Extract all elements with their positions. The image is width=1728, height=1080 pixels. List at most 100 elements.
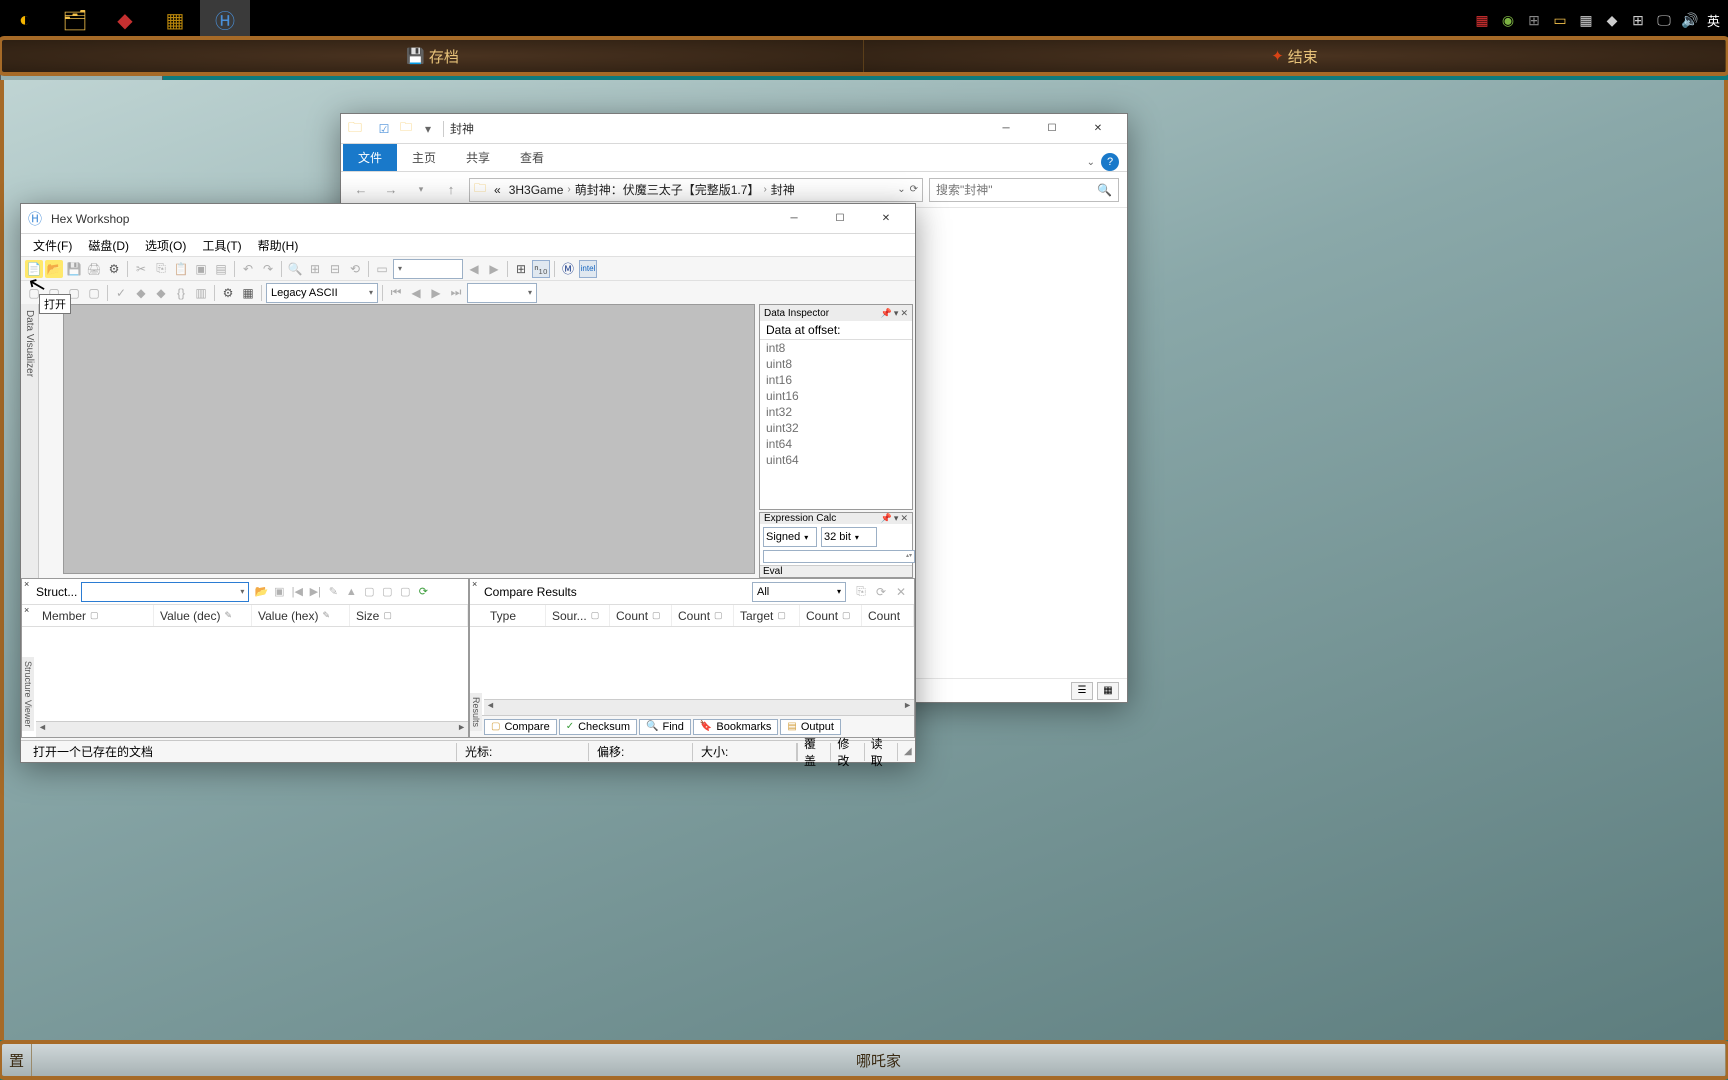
toolbar-icon[interactable]: ▲ <box>343 584 359 600</box>
menu-file[interactable]: 文件(F) <box>25 235 80 256</box>
taskbar-app-icon[interactable]: ◆ <box>100 0 150 40</box>
toolbar-icon[interactable]: ▢ <box>379 584 395 600</box>
taskbar-chrome-icon[interactable]: ◐ <box>0 0 50 40</box>
search-field[interactable] <box>936 183 1097 197</box>
toolbar-combo[interactable]: ▾ <box>467 283 537 303</box>
calc-sign-select[interactable]: Signed▾ <box>763 527 817 547</box>
data-visualizer-tab[interactable]: Data Visualizer <box>21 304 39 578</box>
type-row[interactable]: uint32 <box>760 420 912 436</box>
print-icon[interactable]: 🖨 <box>85 260 103 278</box>
game-end-button[interactable]: ✦ 结束 <box>864 40 1726 72</box>
redo-icon[interactable]: ↷ <box>259 260 277 278</box>
delete-icon[interactable]: ✕ <box>892 583 910 601</box>
nav-back-button[interactable]: ← <box>349 178 373 202</box>
hex-editor-area[interactable] <box>63 304 755 574</box>
toolbar-icon[interactable]: ▢ <box>397 584 413 600</box>
tray-icon[interactable]: ⊞ <box>1525 11 1543 29</box>
toolbar-icon[interactable]: ⟲ <box>346 260 364 278</box>
tab-home[interactable]: 主页 <box>397 144 451 171</box>
menu-disk[interactable]: 磁盘(D) <box>80 235 137 256</box>
game-bottom-button[interactable]: 哪吒家 <box>32 1044 1726 1076</box>
maximize-button[interactable]: ☐ <box>817 204 863 234</box>
toolbar-icon[interactable]: ⊞ <box>512 260 530 278</box>
paste-icon[interactable]: 📋 <box>172 260 190 278</box>
breadcrumb-item[interactable]: 3H3Game <box>505 183 568 197</box>
toolbar-icon[interactable]: {} <box>172 284 190 302</box>
pane-close-icon[interactable]: × <box>24 579 29 589</box>
horizontal-scrollbar[interactable] <box>36 721 468 737</box>
toolbar-icon[interactable]: ⊞ <box>306 260 324 278</box>
prev-icon[interactable]: ◀ <box>407 284 425 302</box>
new-file-icon[interactable]: 📄 <box>25 260 43 278</box>
compare-filter-select[interactable]: All▾ <box>752 582 846 602</box>
toolbar-icon[interactable]: ▶ <box>485 260 503 278</box>
toolbar-icon[interactable]: ⁿ₁₀ <box>532 260 550 278</box>
menu-help[interactable]: 帮助(H) <box>250 235 307 256</box>
dropdown-icon[interactable]: ▾ <box>894 308 899 319</box>
toolbar-icon[interactable]: ▶| <box>307 584 323 600</box>
tray-volume-icon[interactable]: 🔊 <box>1681 11 1699 29</box>
qat-dropdown-icon[interactable]: ▾ <box>419 120 437 138</box>
type-row[interactable]: int16 <box>760 372 912 388</box>
toolbar-icon[interactable]: ◆ <box>152 284 170 302</box>
minimize-button[interactable]: ─ <box>771 204 817 234</box>
structure-grid-body[interactable] <box>36 627 468 721</box>
game-save-button[interactable]: 💾 存档 <box>2 40 864 72</box>
minimize-button[interactable]: ─ <box>983 114 1029 144</box>
pin-icon[interactable]: 📌 <box>881 513 892 524</box>
results-tab[interactable]: Results <box>470 693 482 731</box>
tray-icon[interactable]: ▦ <box>1577 11 1595 29</box>
breadcrumb-prefix[interactable]: « <box>490 183 505 197</box>
tray-icon[interactable]: ▦ <box>1473 11 1491 29</box>
toolbar-icon[interactable]: ▤ <box>212 260 230 278</box>
tab-view[interactable]: 查看 <box>505 144 559 171</box>
tray-icon[interactable]: ▭ <box>1551 11 1569 29</box>
gear-icon[interactable]: ⚙ <box>105 260 123 278</box>
view-icons-button[interactable]: ▦ <box>1097 682 1119 700</box>
tray-icon[interactable]: ◆ <box>1603 11 1621 29</box>
menu-options[interactable]: 选项(O) <box>137 235 194 256</box>
nav-recent-button[interactable]: ▾ <box>409 178 433 202</box>
compare-grid-body[interactable] <box>484 627 914 699</box>
game-bottom-button[interactable]: 置 <box>2 1044 32 1076</box>
open-icon[interactable]: 📂 <box>253 584 269 600</box>
find-icon[interactable]: 🔍 <box>286 260 304 278</box>
toolbar-icon[interactable]: ▭ <box>373 260 391 278</box>
type-row[interactable]: int64 <box>760 436 912 452</box>
tab-output[interactable]: ▤Output <box>780 719 840 735</box>
intel-icon[interactable]: intel <box>579 260 597 278</box>
taskbar-app2-icon[interactable]: ▦ <box>150 0 200 40</box>
type-row[interactable]: uint8 <box>760 356 912 372</box>
type-row[interactable]: uint64 <box>760 452 912 468</box>
close-button[interactable]: ✕ <box>863 204 909 234</box>
cut-icon[interactable]: ✂ <box>132 260 150 278</box>
type-row[interactable]: uint16 <box>760 388 912 404</box>
folder-small-icon[interactable]: 🗀 <box>397 120 415 138</box>
pane-close-icon[interactable]: × <box>472 579 477 589</box>
maximize-button[interactable]: ☐ <box>1029 114 1075 144</box>
toolbar-icon[interactable]: |◀ <box>289 584 305 600</box>
save-icon[interactable]: 💾 <box>65 260 83 278</box>
structure-viewer-tab[interactable]: Structure Viewer <box>22 657 34 731</box>
resize-grip[interactable]: ◢ <box>897 743 911 761</box>
nav-up-button[interactable]: ↑ <box>439 178 463 202</box>
gear-icon[interactable]: ⚙ <box>219 284 237 302</box>
motorola-icon[interactable]: Ⓜ <box>559 260 577 278</box>
next-icon[interactable]: ▶ <box>427 284 445 302</box>
data-inspector-list[interactable]: int8 uint8 int16 uint16 int32 uint32 int… <box>760 340 912 492</box>
toolbar-icon[interactable]: ▣ <box>192 260 210 278</box>
calc-bits-select[interactable]: 32 bit▾ <box>821 527 877 547</box>
dropdown-icon[interactable]: ▾ <box>894 513 899 524</box>
search-input[interactable]: 🔍 <box>929 178 1119 202</box>
toolbar-combo[interactable]: ▾ <box>393 259 463 279</box>
structure-select[interactable]: ▾ <box>81 582 249 602</box>
first-icon[interactable]: ⏮ <box>387 284 405 302</box>
undo-icon[interactable]: ↶ <box>239 260 257 278</box>
refresh-icon[interactable]: ⟳ <box>910 184 918 195</box>
close-icon[interactable]: ✕ <box>900 308 908 319</box>
toolbar-icon[interactable]: ◆ <box>132 284 150 302</box>
encoding-select[interactable]: Legacy ASCII▾ <box>266 283 378 303</box>
address-dropdown-icon[interactable]: ⌄ <box>897 184 905 195</box>
help-icon[interactable]: ? <box>1101 153 1119 171</box>
qat-icon[interactable]: ☑ <box>375 120 393 138</box>
